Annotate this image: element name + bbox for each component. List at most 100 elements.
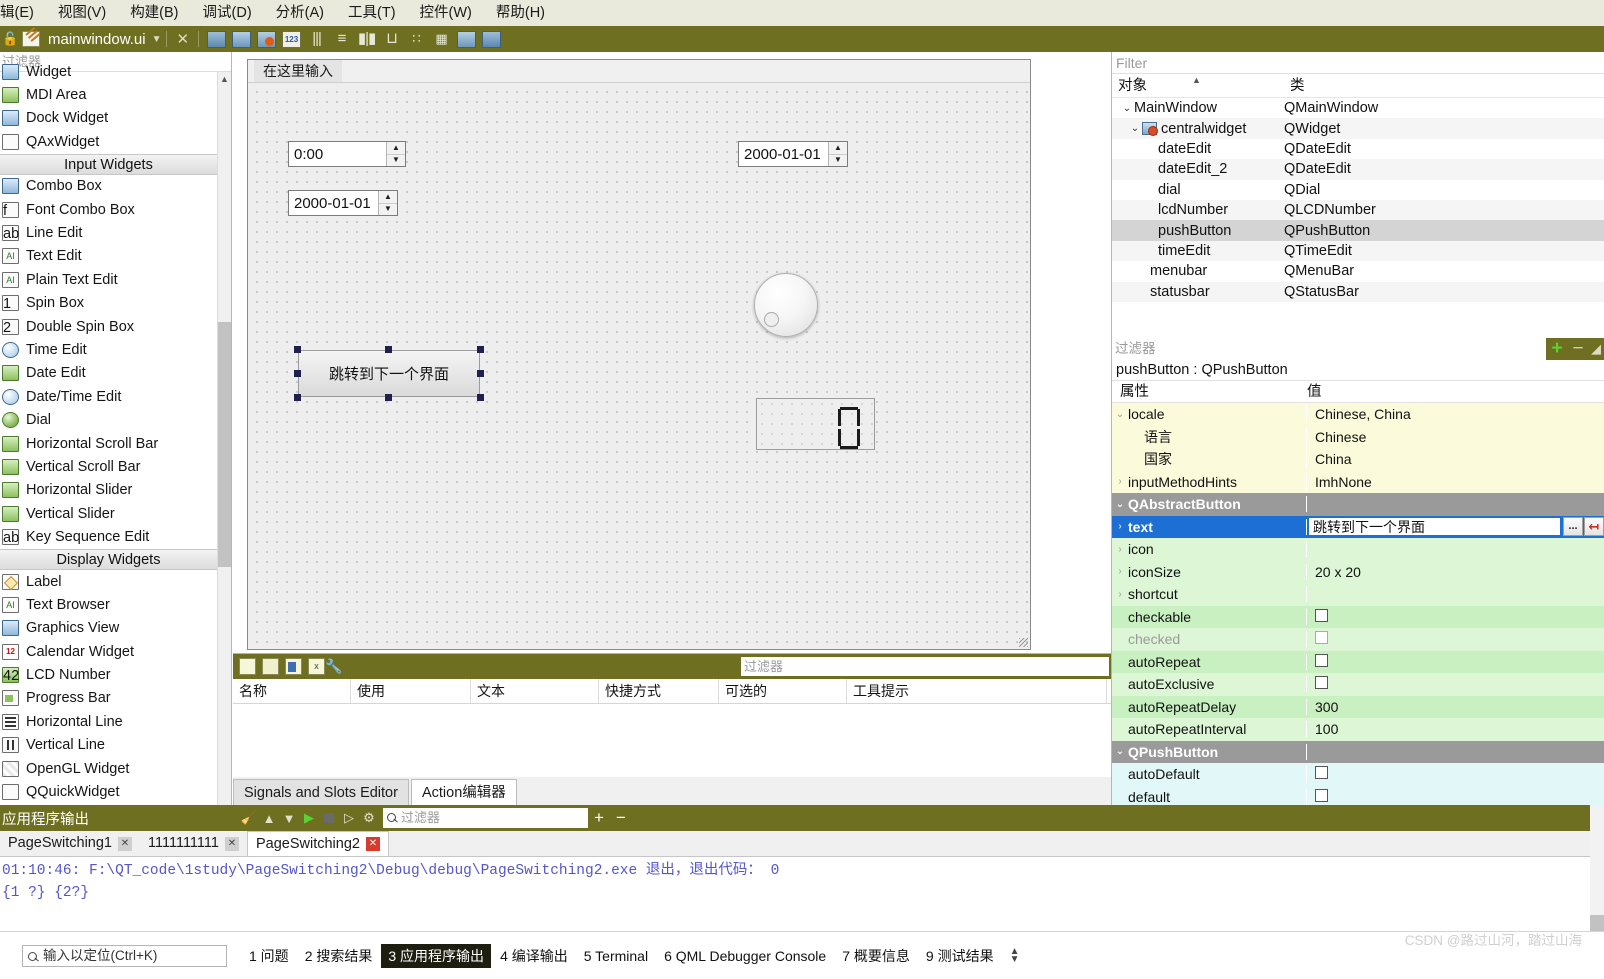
- prev-item-icon[interactable]: ▲: [259, 811, 279, 826]
- edit-signals-icon[interactable]: [232, 30, 252, 48]
- date-edit-widget[interactable]: 2000-01-01 ▲ ▼: [288, 190, 398, 216]
- property-checkbox[interactable]: [1315, 653, 1328, 667]
- menu-item-6[interactable]: 控件(W): [408, 0, 484, 26]
- widget-box-scrollbar[interactable]: ▲: [217, 72, 231, 805]
- property-filter-input[interactable]: 过滤器: [1112, 338, 1546, 360]
- spin-up-icon[interactable]: ▲: [387, 142, 405, 155]
- output-text-area[interactable]: 01:10:46: F:\QT_code\1study\PageSwitchin…: [0, 857, 1604, 931]
- menu-item-1[interactable]: 视图(V): [46, 0, 118, 26]
- close-icon[interactable]: ✕: [224, 836, 239, 851]
- property-value-cell[interactable]: [1307, 766, 1604, 782]
- object-row-MainWindow[interactable]: ⌄ MainWindow QMainWindow: [1112, 98, 1604, 118]
- chevron-down-icon[interactable]: ⌄: [1112, 409, 1128, 420]
- chevron-down-icon[interactable]: ⌄: [1112, 499, 1128, 510]
- property-value-cell[interactable]: [1307, 676, 1604, 692]
- column-header-property[interactable]: 属性: [1112, 381, 1299, 402]
- stop-icon[interactable]: [319, 811, 339, 826]
- menu-item-7[interactable]: 帮助(H): [484, 0, 557, 26]
- menu-item-4[interactable]: 分析(A): [264, 0, 336, 26]
- action-column-1[interactable]: 使用: [351, 679, 471, 703]
- property-row-inputMethodHints[interactable]: › inputMethodHints ImhNone: [1112, 470, 1604, 493]
- run-icon[interactable]: ▶: [299, 810, 319, 826]
- property-row-default[interactable]: default: [1112, 785, 1604, 805]
- action-column-0[interactable]: 名称: [233, 679, 351, 703]
- layout-grid-icon[interactable]: ▦: [432, 31, 451, 48]
- property-value-input[interactable]: 跳转到下一个界面: [1309, 517, 1560, 537]
- clear-output-icon[interactable]: 🧹: [239, 810, 259, 826]
- output-tab-2[interactable]: PageSwitching2 ✕: [246, 831, 389, 856]
- delete-icon[interactable]: x: [308, 658, 325, 675]
- object-row-centralwidget[interactable]: ⌄ centralwidget QWidget: [1112, 118, 1604, 139]
- menu-item-3[interactable]: 调试(D): [191, 0, 264, 26]
- configure-icon[interactable]: 🔧: [325, 658, 343, 675]
- property-row-语言[interactable]: 语言 Chinese: [1112, 425, 1604, 448]
- property-row-国家[interactable]: 国家 China: [1112, 448, 1604, 471]
- edit-buddies-icon[interactable]: [257, 30, 277, 48]
- widget-category-21[interactable]: Display Widgets: [0, 548, 231, 570]
- widget-item-line-edit[interactable]: ab Line Edit: [0, 221, 231, 244]
- widget-item-combo-box[interactable]: Combo Box: [0, 175, 231, 198]
- resize-handle-bc[interactable]: [385, 394, 392, 401]
- document-title[interactable]: mainwindow.ui: [48, 31, 146, 48]
- chevron-right-icon[interactable]: ›: [1112, 521, 1128, 532]
- object-row-menubar[interactable]: menubar QMenuBar: [1112, 261, 1604, 281]
- break-layout-icon[interactable]: [457, 30, 477, 48]
- object-inspector-filter-input[interactable]: Filter: [1112, 52, 1604, 74]
- date-edit-spinner[interactable]: ▲ ▼: [378, 191, 397, 215]
- property-row-checked[interactable]: checked: [1112, 628, 1604, 651]
- layout-splitter-v-icon[interactable]: ⊔: [382, 30, 401, 48]
- widget-item-date-time-edit[interactable]: Date/Time Edit: [0, 385, 231, 408]
- status-tab-概要信息[interactable]: 7 概要信息: [835, 944, 917, 968]
- adjust-size-icon[interactable]: [482, 30, 502, 48]
- widget-item-progress-bar[interactable]: Progress Bar: [0, 687, 231, 710]
- status-tab-编译输出[interactable]: 4 编译输出: [493, 944, 575, 968]
- status-tab-应用程序输出[interactable]: 3 应用程序输出: [381, 943, 492, 968]
- property-row-autoDefault[interactable]: autoDefault: [1112, 763, 1604, 786]
- property-row-autoRepeatInterval[interactable]: autoRepeatInterval 100: [1112, 718, 1604, 741]
- new-action-2-icon[interactable]: [262, 658, 279, 675]
- date-edit-2-widget[interactable]: 2000-01-01 ▲ ▼: [738, 141, 848, 167]
- form-menu-placeholder[interactable]: 在这里输入: [254, 60, 342, 82]
- layout-vertical-icon[interactable]: ≡: [332, 30, 351, 48]
- action-column-3[interactable]: 快捷方式: [599, 679, 719, 703]
- next-item-icon[interactable]: ▼: [279, 811, 299, 826]
- output-tab-0[interactable]: PageSwitching1 ✕: [0, 831, 140, 856]
- property-checkbox[interactable]: [1315, 766, 1328, 780]
- property-value-editor[interactable]: 跳转到下一个界面: [1307, 516, 1562, 538]
- edit-tab-order-icon[interactable]: 123: [282, 30, 302, 48]
- dial-widget[interactable]: [754, 273, 818, 337]
- output-filter-input[interactable]: 过滤器: [383, 808, 588, 828]
- widget-item-qquickwidget[interactable]: QQuickWidget: [0, 780, 231, 803]
- resize-handle-tc[interactable]: [385, 346, 392, 353]
- widget-item-horizontal-line[interactable]: Horizontal Line: [0, 710, 231, 733]
- new-action-icon[interactable]: [239, 658, 256, 675]
- layout-horizontal-icon[interactable]: |||: [307, 30, 326, 48]
- property-row-shortcut[interactable]: › shortcut: [1112, 583, 1604, 606]
- chevron-down-icon[interactable]: ⌄: [1128, 123, 1142, 134]
- object-row-dateEdit_2[interactable]: dateEdit_2 QDateEdit: [1112, 159, 1604, 180]
- output-pane-arrows-icon[interactable]: ▲ ▼: [1010, 946, 1020, 964]
- widget-item-lcd-number[interactable]: 42 LCD Number: [0, 663, 231, 686]
- chevron-right-icon[interactable]: ›: [1112, 544, 1128, 555]
- status-tab-QML Debugger Console[interactable]: 6 QML Debugger Console: [657, 946, 833, 966]
- object-row-lcdNumber[interactable]: lcdNumber QLCDNumber: [1112, 199, 1604, 221]
- lcd-number-widget[interactable]: [756, 398, 875, 450]
- widget-item-plain-text-edit[interactable]: AI Plain Text Edit: [0, 268, 231, 291]
- action-editor-filter-input[interactable]: 过滤器: [741, 657, 1109, 676]
- widget-item-date-edit[interactable]: Date Edit: [0, 362, 231, 385]
- chevron-right-icon[interactable]: ›: [1112, 589, 1128, 600]
- zoom-out-icon[interactable]: −: [610, 808, 632, 828]
- widget-item-text-browser[interactable]: AI Text Browser: [0, 593, 231, 616]
- widget-item-qaxwidget[interactable]: QAxWidget: [0, 130, 231, 153]
- widget-item-vertical-line[interactable]: Vertical Line: [0, 734, 231, 757]
- layout-form-icon[interactable]: ∷: [407, 31, 426, 48]
- property-row-icon[interactable]: › icon: [1112, 538, 1604, 561]
- property-value-cell[interactable]: [1307, 608, 1604, 625]
- widget-item-graphics-view[interactable]: Graphics View: [0, 617, 231, 640]
- widget-item-mdi-area[interactable]: MDI Area: [0, 83, 231, 106]
- menu-item-0[interactable]: 辑(E): [0, 0, 46, 26]
- object-row-statusbar[interactable]: statusbar QStatusBar: [1112, 281, 1604, 302]
- property-row-iconSize[interactable]: › iconSize 20 x 20: [1112, 560, 1604, 583]
- edit-widgets-icon[interactable]: [207, 30, 227, 48]
- widget-item-dial[interactable]: Dial: [0, 408, 231, 431]
